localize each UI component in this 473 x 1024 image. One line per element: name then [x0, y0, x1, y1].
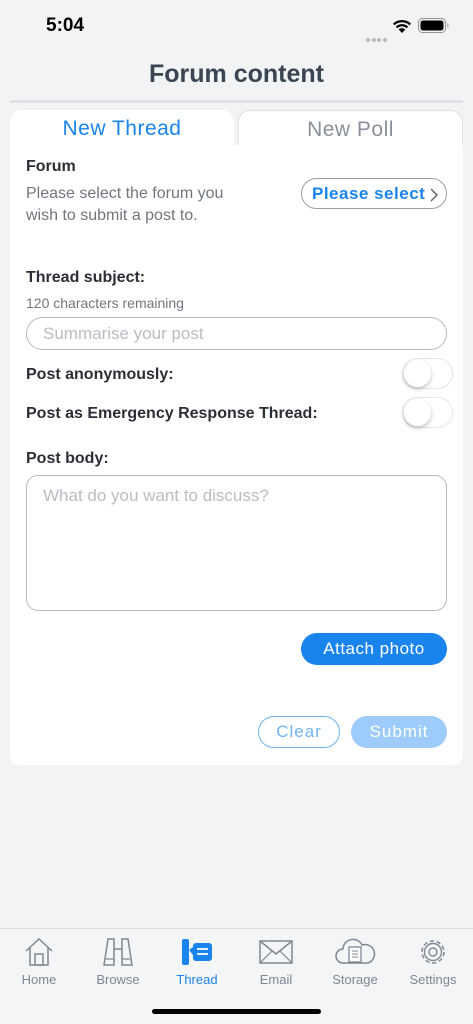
title-divider — [10, 100, 463, 103]
wifi-icon — [393, 19, 411, 33]
thread-subject-label: Thread subject: — [26, 269, 146, 286]
submit-button[interactable]: Submit — [351, 716, 447, 748]
toggle-knob — [404, 399, 431, 426]
tab-bar-label: Home — [21, 972, 57, 987]
gear-icon — [421, 940, 445, 964]
tab-bar-label: Browse — [96, 972, 140, 987]
post-anonymously-label: Post anonymously: — [26, 366, 174, 383]
thread-icon — [182, 939, 212, 965]
emergency-response-label: Post as Emergency Response Thread: — [26, 405, 318, 422]
tab-new-thread[interactable]: New Thread — [10, 110, 234, 146]
post-body-input[interactable] — [26, 475, 447, 611]
post-anonymously-toggle[interactable] — [402, 358, 453, 389]
forum-label: Forum — [26, 158, 76, 175]
tab-bar-email[interactable]: Email — [241, 935, 311, 987]
home-indicator — [152, 1009, 321, 1014]
cellular-signal-icon — [366, 29, 388, 47]
status-time: 5:04 — [46, 15, 85, 36]
tab-bar-label: Thread — [176, 972, 218, 987]
tab-bar-label: Email — [259, 972, 293, 987]
characters-remaining: 120 characters remaining — [26, 295, 184, 311]
page-title: Forum content — [149, 60, 324, 88]
binoculars-icon — [103, 938, 133, 966]
forum-select-label: Please select — [312, 184, 426, 203]
post-body-label: Post body: — [26, 450, 109, 467]
battery-icon — [418, 18, 449, 33]
tab-bar-browse[interactable]: Browse — [83, 935, 153, 987]
tab-bar-storage[interactable]: Storage — [320, 935, 390, 987]
forum-select-button[interactable]: Please select — [301, 178, 447, 209]
toggle-knob — [404, 360, 431, 387]
tab-bar-settings[interactable]: Settings — [398, 935, 468, 987]
envelope-icon — [259, 940, 293, 964]
clear-button[interactable]: Clear — [258, 716, 340, 748]
forum-hint-line1: Please select the forum you — [26, 185, 224, 202]
new-thread-form: Forum Please select the forum you wish t… — [10, 145, 463, 765]
emergency-response-toggle[interactable] — [402, 397, 453, 428]
attach-photo-button[interactable]: Attach photo — [301, 633, 447, 665]
thread-subject-input[interactable] — [26, 317, 447, 350]
tab-bar-thread[interactable]: Thread — [162, 935, 232, 987]
tab-bar-label: Settings — [409, 972, 457, 987]
chevron-right-icon — [430, 188, 438, 202]
tab-bar-label: Storage — [332, 972, 378, 987]
forum-hint-line2: wish to submit a post to. — [26, 207, 198, 224]
home-icon — [25, 937, 53, 966]
status-bar: 5:04 — [0, 0, 473, 52]
tab-bar-home[interactable]: Home — [4, 935, 74, 987]
cloud-storage-icon — [335, 938, 376, 964]
tab-new-poll[interactable]: New Poll — [238, 110, 463, 146]
